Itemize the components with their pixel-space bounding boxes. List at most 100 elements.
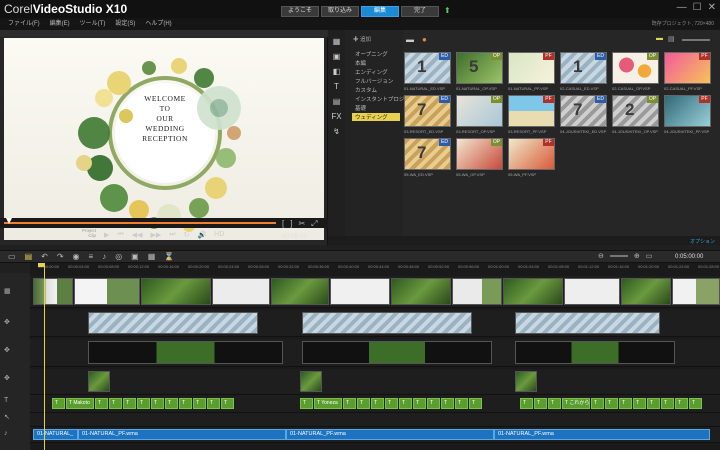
tab-capture[interactable]: 取り込み bbox=[321, 6, 359, 17]
overlay-clip[interactable] bbox=[88, 312, 258, 334]
title-clip[interactable]: T bbox=[455, 398, 468, 409]
fit-project-icon[interactable]: ▭ bbox=[646, 252, 653, 260]
title-clip[interactable]: T bbox=[300, 398, 313, 409]
title-clip[interactable]: T bbox=[661, 398, 674, 409]
scrub-bar[interactable] bbox=[0, 218, 328, 228]
mixer-icon[interactable]: ≡ bbox=[89, 252, 94, 261]
title-clip[interactable]: T bbox=[427, 398, 440, 409]
voice-track-icon[interactable]: ↖ bbox=[4, 413, 10, 421]
undo-icon[interactable]: ↶ bbox=[41, 252, 48, 261]
audio-clip[interactable]: 01-NATURAL_ bbox=[33, 429, 78, 440]
template-thumbnail[interactable]: 7 ED bbox=[404, 138, 451, 170]
graphics-icon[interactable]: ▤ bbox=[333, 97, 341, 108]
zoom-slider[interactable] bbox=[609, 255, 628, 257]
video-clip[interactable] bbox=[564, 278, 620, 305]
folder-icon[interactable]: ▬ bbox=[406, 35, 414, 44]
template-thumbnail[interactable]: 7 ED bbox=[404, 95, 451, 127]
title-track-icon[interactable]: T bbox=[4, 397, 8, 404]
title-clip[interactable]: T bbox=[413, 398, 426, 409]
template-thumbnail[interactable]: PF bbox=[664, 52, 711, 84]
instant-project-icon[interactable]: ▣ bbox=[333, 52, 341, 63]
options-button[interactable]: オプション bbox=[690, 238, 715, 245]
overlay-clip[interactable] bbox=[88, 371, 110, 392]
folder-view-icon[interactable]: ▬ bbox=[656, 35, 663, 42]
video-clip[interactable] bbox=[271, 278, 329, 305]
record-capture-icon[interactable]: ◉ bbox=[73, 252, 80, 261]
video-clip[interactable] bbox=[330, 278, 390, 305]
title-clip[interactable]: T bbox=[123, 398, 136, 409]
overlay-clip[interactable] bbox=[302, 341, 492, 364]
video-clip[interactable] bbox=[672, 278, 720, 305]
title-clip-named[interactable]: T Yoneza bbox=[314, 398, 342, 409]
overlay-track-3-icon[interactable]: ✥ bbox=[4, 374, 10, 382]
title-clip[interactable]: T bbox=[689, 398, 702, 409]
title-clip[interactable]: T bbox=[441, 398, 454, 409]
title-clip[interactable]: T bbox=[399, 398, 412, 409]
template-thumbnail[interactable]: OP bbox=[612, 52, 659, 84]
menu-file[interactable]: ファイル(F) bbox=[8, 18, 40, 30]
title-clip[interactable]: T bbox=[633, 398, 646, 409]
title-clip[interactable]: T bbox=[109, 398, 122, 409]
title-clip-named[interactable]: T これから bbox=[562, 398, 590, 409]
video-clip[interactable] bbox=[74, 278, 140, 305]
import-icon[interactable]: ● bbox=[422, 35, 427, 44]
overlay-track-2-icon[interactable]: ✥ bbox=[4, 346, 10, 354]
project-clip-switch[interactable]: Project Clip bbox=[82, 228, 96, 238]
category-item[interactable]: オープニング bbox=[355, 50, 388, 58]
timeline-view-icon[interactable]: ▤ bbox=[25, 252, 33, 261]
time-remap-icon[interactable]: ⌛ bbox=[164, 252, 174, 261]
hd-label[interactable]: HD bbox=[214, 231, 224, 239]
category-item[interactable]: フルバージョン bbox=[355, 77, 393, 85]
title-icon[interactable]: T bbox=[334, 82, 339, 93]
sort-icon[interactable]: ▤ bbox=[668, 35, 675, 43]
title-clip[interactable]: T bbox=[357, 398, 370, 409]
audio-clip[interactable]: 01-NATURAL_PF.wma bbox=[286, 429, 494, 440]
category-item[interactable]: エンディング bbox=[355, 68, 388, 76]
video-track-icon[interactable]: ▦ bbox=[4, 287, 11, 295]
category-item[interactable]: 基礎 bbox=[355, 104, 366, 112]
title-clip[interactable]: T bbox=[137, 398, 150, 409]
play-icon[interactable]: ▶ bbox=[104, 231, 109, 239]
video-clip[interactable] bbox=[33, 278, 73, 305]
video-clip[interactable] bbox=[503, 278, 563, 305]
multicam-icon[interactable]: ▦ bbox=[148, 252, 156, 261]
tab-edit[interactable]: 編集 bbox=[361, 6, 399, 17]
overlay-clip[interactable] bbox=[515, 341, 675, 364]
title-clip[interactable]: T bbox=[165, 398, 178, 409]
video-clip[interactable] bbox=[141, 278, 211, 305]
title-clip[interactable]: T bbox=[548, 398, 561, 409]
overlay-track-1-icon[interactable]: ✥ bbox=[4, 318, 10, 326]
title-clip[interactable]: T bbox=[193, 398, 206, 409]
title-clip[interactable]: T bbox=[385, 398, 398, 409]
zoom-in-icon[interactable]: ⊕ bbox=[634, 252, 640, 260]
title-clip[interactable]: T bbox=[52, 398, 65, 409]
video-clip[interactable] bbox=[391, 278, 451, 305]
clip-label[interactable]: Clip bbox=[82, 233, 96, 238]
template-thumbnail[interactable]: 2 OP bbox=[612, 95, 659, 127]
add-category-button[interactable]: ✚ 追加 bbox=[353, 35, 371, 43]
home-icon[interactable]: ⏮ bbox=[117, 231, 123, 239]
title-clip[interactable]: T bbox=[619, 398, 632, 409]
volume-icon[interactable]: 🔊 bbox=[197, 231, 206, 239]
template-thumbnail[interactable]: 7 ED bbox=[560, 95, 607, 127]
video-clip[interactable] bbox=[212, 278, 270, 305]
media-icon[interactable]: ▦ bbox=[333, 37, 341, 48]
overlay-clip[interactable] bbox=[302, 312, 472, 334]
transition-icon[interactable]: ◧ bbox=[333, 67, 341, 78]
path-icon[interactable]: ↯ bbox=[333, 127, 340, 138]
menu-settings[interactable]: 設定(S) bbox=[115, 18, 135, 30]
storyboard-view-icon[interactable]: ▭ bbox=[8, 252, 16, 261]
title-clip[interactable]: T bbox=[207, 398, 220, 409]
tab-share[interactable]: 完了 bbox=[401, 6, 439, 17]
video-clip[interactable] bbox=[452, 278, 502, 305]
repeat-icon[interactable]: ↻ bbox=[184, 231, 190, 239]
title-clip[interactable]: T bbox=[534, 398, 547, 409]
end-icon[interactable]: ⏭ bbox=[169, 231, 175, 239]
title-clip[interactable]: T bbox=[151, 398, 164, 409]
title-clip[interactable]: T bbox=[95, 398, 108, 409]
overlay-clip[interactable] bbox=[300, 371, 322, 392]
audio-clip[interactable]: 01-NATURAL_PF.wma bbox=[78, 429, 286, 440]
filter-icon[interactable]: FX bbox=[331, 112, 341, 123]
category-item[interactable]: カスタム bbox=[355, 86, 377, 94]
template-thumbnail[interactable]: PF bbox=[508, 138, 555, 170]
